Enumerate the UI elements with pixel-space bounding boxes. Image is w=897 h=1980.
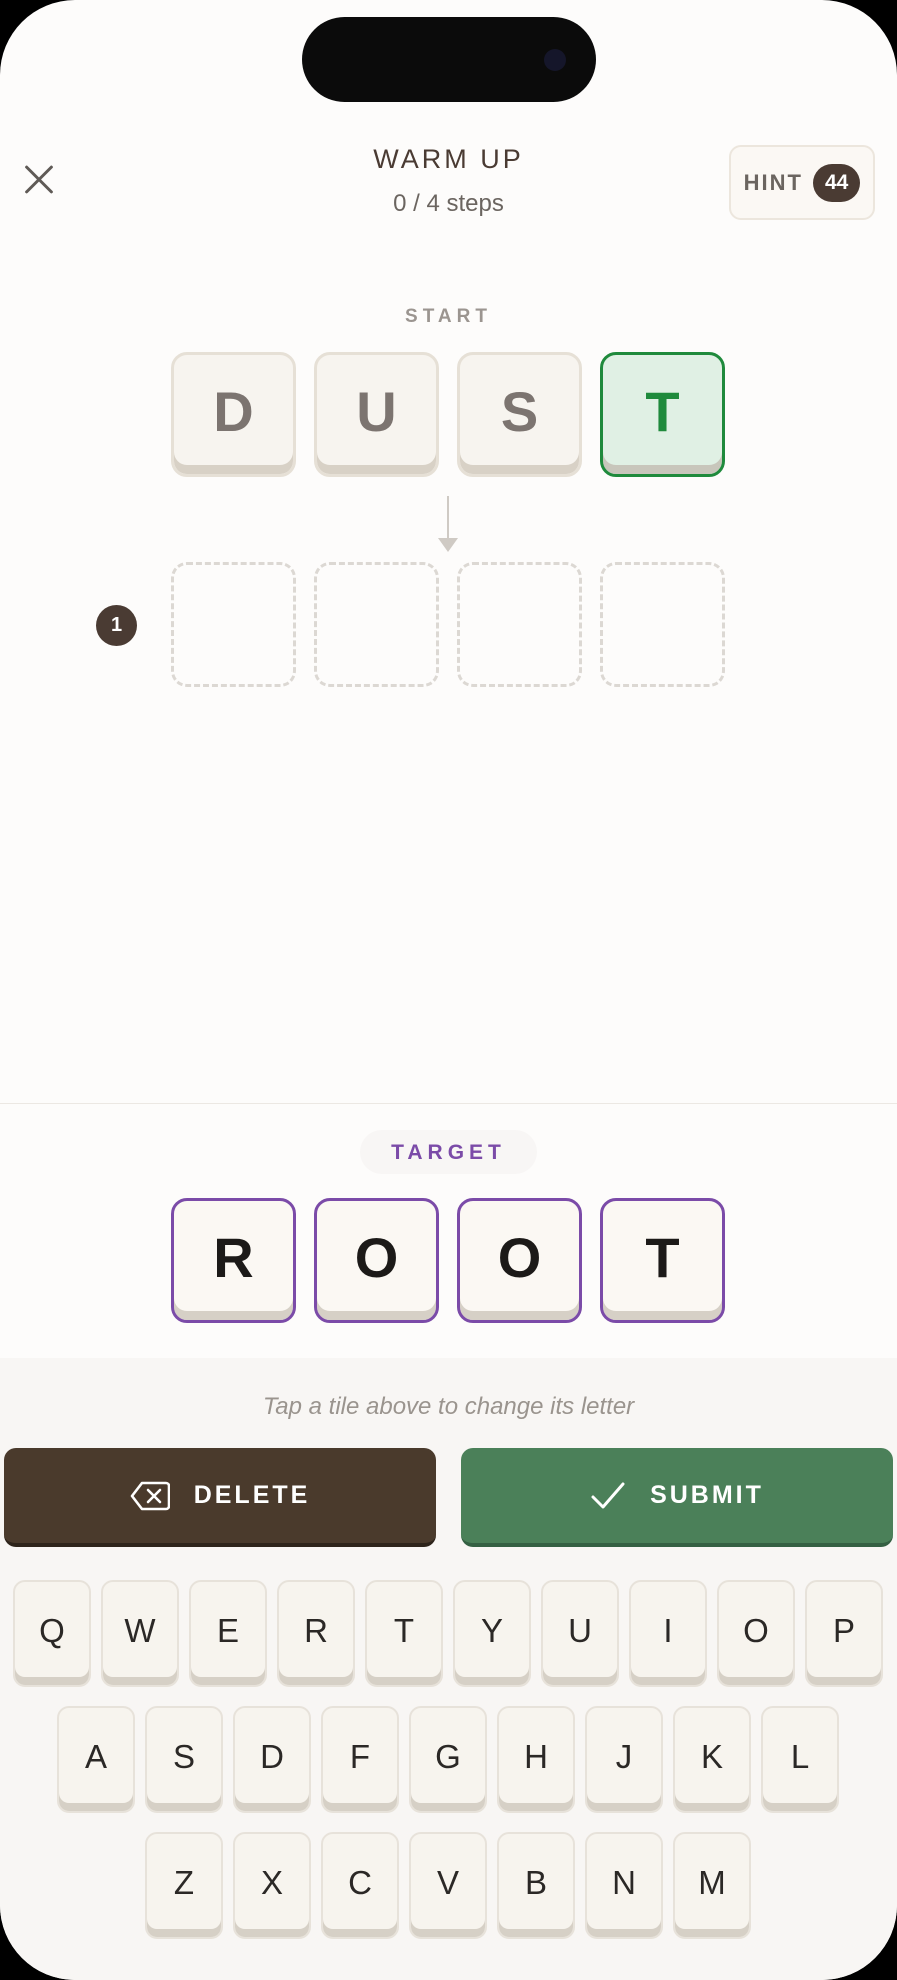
submit-button[interactable]: SUBMIT (461, 1448, 893, 1547)
keyboard-key[interactable]: M (673, 1832, 751, 1939)
empty-input-tile[interactable] (457, 562, 582, 687)
helper-text: Tap a tile above to change its letter (262, 1393, 635, 1420)
start-tile-matched: T (600, 352, 725, 477)
keyboard-key[interactable]: L (761, 1706, 839, 1813)
keyboard-key[interactable]: P (805, 1580, 883, 1687)
start-label: START (405, 306, 492, 327)
keyboard-key[interactable]: X (233, 1832, 311, 1939)
target-word-row: R O O T (171, 1198, 725, 1323)
delete-button[interactable]: DELETE (4, 1448, 436, 1547)
checkmark-icon (590, 1481, 626, 1511)
start-word-row: D U S T (171, 352, 725, 477)
keyboard-key[interactable]: F (321, 1706, 399, 1813)
keyboard-key[interactable]: G (409, 1706, 487, 1813)
keyboard-key[interactable]: S (145, 1706, 223, 1813)
start-tile: S (457, 352, 582, 477)
backspace-icon (130, 1481, 170, 1511)
hint-count-badge: 44 (812, 163, 861, 202)
down-arrow-icon (447, 496, 449, 538)
delete-label: DELETE (193, 1481, 311, 1509)
keyboard-key[interactable]: O (717, 1580, 795, 1687)
dynamic-island (302, 17, 596, 102)
keyboard-key[interactable]: Q (13, 1580, 91, 1687)
target-tile: R (171, 1198, 296, 1323)
submit-label: SUBMIT (650, 1481, 764, 1509)
target-tile: O (314, 1198, 439, 1323)
keyboard-key[interactable]: E (189, 1580, 267, 1687)
keyboard-key[interactable]: V (409, 1832, 487, 1939)
keyboard-key[interactable]: B (497, 1832, 575, 1939)
step-number-badge: 1 (96, 605, 137, 646)
keyboard-key[interactable]: C (321, 1832, 399, 1939)
keyboard-key[interactable]: T (365, 1580, 443, 1687)
target-tile: O (457, 1198, 582, 1323)
keyboard-key[interactable]: Z (145, 1832, 223, 1939)
target-label: TARGET (391, 1141, 506, 1164)
keyboard-key[interactable]: I (629, 1580, 707, 1687)
camera-icon (544, 49, 566, 71)
keyboard-key[interactable]: D (233, 1706, 311, 1813)
keyboard-key[interactable]: K (673, 1706, 751, 1813)
step-input-row (171, 562, 725, 687)
app-screen: WARM UP 0 / 4 steps HINT 44 START D U S … (0, 0, 897, 1980)
start-tile: U (314, 352, 439, 477)
keyboard-key[interactable]: R (277, 1580, 355, 1687)
keyboard-key[interactable]: J (585, 1706, 663, 1813)
empty-input-tile[interactable] (314, 562, 439, 687)
hint-label: HINT (743, 169, 803, 195)
empty-input-tile[interactable] (600, 562, 725, 687)
keyboard-key[interactable]: A (57, 1706, 135, 1813)
keyboard-key[interactable]: H (497, 1706, 575, 1813)
divider (0, 1103, 897, 1104)
keyboard-key[interactable]: U (541, 1580, 619, 1687)
hint-button[interactable]: HINT 44 (729, 145, 875, 220)
arrow-head-icon (438, 538, 458, 552)
keyboard-key[interactable]: Y (453, 1580, 531, 1687)
empty-input-tile[interactable] (171, 562, 296, 687)
keyboard-key[interactable]: W (101, 1580, 179, 1687)
keyboard-key[interactable]: N (585, 1832, 663, 1939)
start-tile: D (171, 352, 296, 477)
target-tile: T (600, 1198, 725, 1323)
